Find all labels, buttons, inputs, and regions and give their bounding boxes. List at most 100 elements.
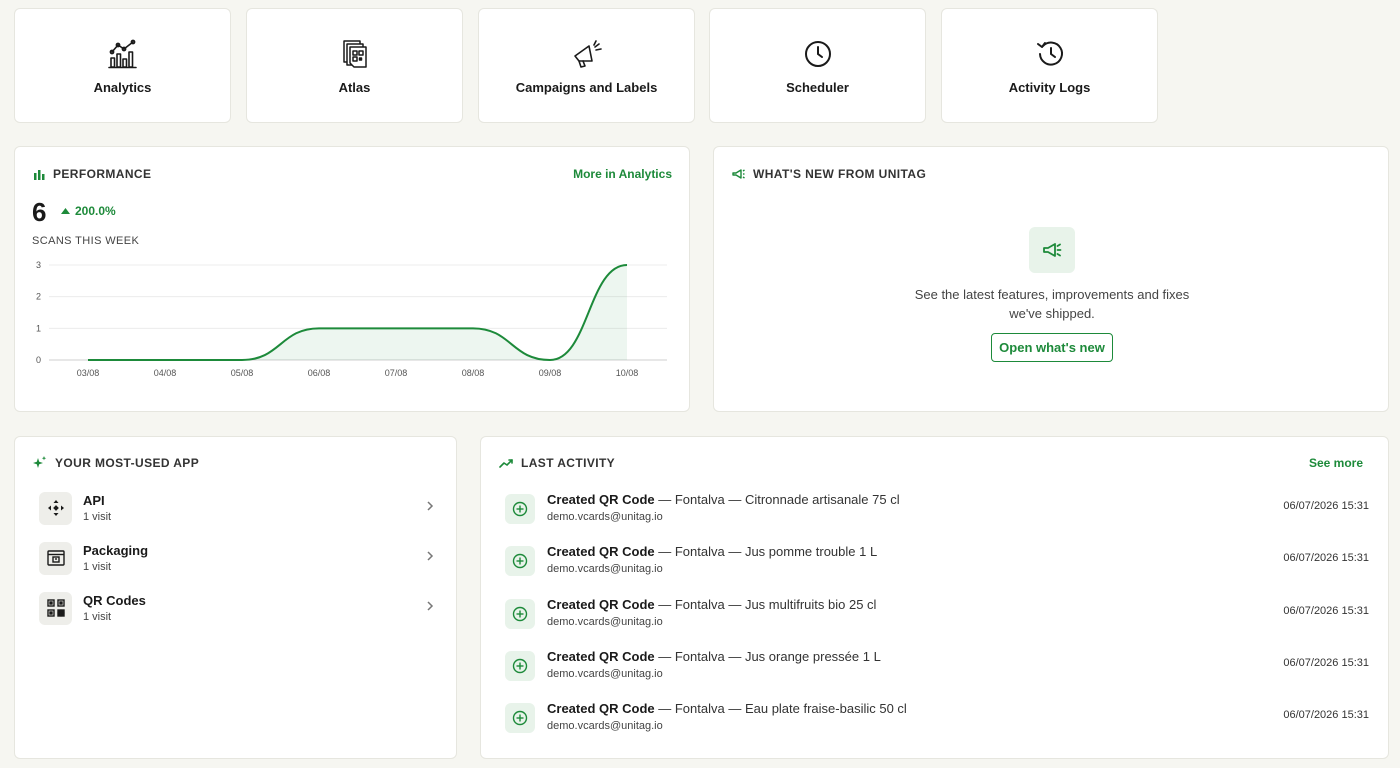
performance-title: PERFORMANCE: [33, 167, 151, 181]
activity-row[interactable]: Created QR Code — Fontalva — Jus pomme t…: [505, 544, 1369, 584]
last-activity-card: LAST ACTIVITY See more Created QR Code —…: [480, 436, 1389, 759]
scans-label: SCANS THIS WEEK: [32, 235, 140, 247]
activity-user-email: demo.vcards@unitag.io: [547, 668, 663, 680]
activity-detail: — Fontalva — Jus orange pressée 1 L: [654, 649, 881, 664]
app-tile-label: Campaigns and Labels: [515, 80, 658, 95]
clock-icon: [802, 38, 834, 70]
app-tile-scheduler[interactable]: Scheduler: [709, 8, 926, 123]
megaphone-icon: [1029, 227, 1075, 273]
analytics-icon: [107, 38, 139, 70]
chevron-right-icon: [427, 601, 434, 611]
plus-circle-icon: [505, 494, 535, 524]
app-tile-label: Atlas: [338, 80, 371, 95]
app-visits: 1 visit: [83, 511, 112, 523]
plus-circle-icon: [505, 546, 535, 576]
plus-circle-icon: [505, 599, 535, 629]
activity-user-email: demo.vcards@unitag.io: [547, 720, 663, 732]
sparkles-icon: [33, 456, 47, 468]
qr-code-icon: [39, 591, 72, 625]
activity-row[interactable]: Created QR Code — Fontalva — Jus orange …: [505, 649, 1369, 689]
activity-description: Created QR Code — Fontalva — Citronnade …: [547, 492, 900, 507]
chevron-right-icon: [427, 501, 434, 511]
app-visits: 1 visit: [83, 561, 112, 573]
most-used-app-card: YOUR MOST-USED APP API 1 visit Packaging…: [14, 436, 457, 759]
activity-action: Created QR Code: [547, 544, 655, 559]
activity-action: Created QR Code: [547, 597, 655, 612]
activity-user-email: demo.vcards@unitag.io: [547, 616, 663, 628]
activity-detail: — Fontalva — Jus pomme trouble 1 L: [654, 544, 878, 559]
activity-timestamp: 06/07/2026 15:31: [1283, 709, 1369, 721]
app-tile-campaigns[interactable]: Campaigns and Labels: [478, 8, 695, 123]
activity-action: Created QR Code: [547, 492, 655, 507]
app-tile-analytics[interactable]: Analytics: [14, 8, 231, 123]
last-activity-title: LAST ACTIVITY: [499, 456, 615, 470]
last-activity-title-text: LAST ACTIVITY: [521, 456, 616, 470]
performance-card: PERFORMANCE More in Analytics 6 200.0% S…: [14, 146, 690, 412]
y-tick-label: 1: [36, 323, 41, 333]
app-name: QR Codes: [83, 593, 146, 608]
plus-circle-icon: [505, 703, 535, 733]
activity-description: Created QR Code — Fontalva — Jus orange …: [547, 649, 881, 664]
x-tick-label: 09/08: [539, 368, 562, 378]
app-visits: 1 visit: [83, 611, 112, 623]
activity-row[interactable]: Created QR Code — Fontalva — Jus multifr…: [505, 597, 1369, 637]
trending-up-icon: [499, 459, 513, 468]
activity-detail: — Fontalva — Jus multifruits bio 25 cl: [654, 597, 877, 612]
activity-timestamp: 06/07/2026 15:31: [1283, 552, 1369, 564]
scans-delta-value: 200.0%: [75, 204, 116, 218]
x-tick-label: 03/08: [77, 368, 100, 378]
x-tick-label: 05/08: [231, 368, 254, 378]
app-name: API: [83, 493, 105, 508]
x-tick-label: 06/08: [308, 368, 331, 378]
y-tick-label: 2: [36, 292, 41, 302]
api-icon: [39, 491, 72, 525]
see-more-link[interactable]: See more: [1309, 456, 1363, 470]
app-tile-label: Analytics: [93, 80, 152, 95]
packaging-icon: [39, 541, 72, 575]
most-used-item-qr-codes[interactable]: QR Codes 1 visit: [39, 588, 434, 628]
whats-new-title: WHAT'S NEW FROM UNITAG: [732, 167, 926, 181]
activity-detail: — Fontalva — Citronnade artisanale 75 cl: [654, 492, 900, 507]
history-icon: [1034, 38, 1066, 70]
whats-new-description: See the latest features, improvements an…: [914, 287, 1190, 321]
y-tick-label: 3: [36, 260, 41, 270]
activity-timestamp: 06/07/2026 15:31: [1283, 500, 1369, 512]
x-tick-label: 07/08: [385, 368, 408, 378]
most-used-title: YOUR MOST-USED APP: [33, 456, 199, 470]
activity-row[interactable]: Created QR Code — Fontalva — Citronnade …: [505, 492, 1369, 532]
x-tick-label: 08/08: [462, 368, 485, 378]
more-in-analytics-link[interactable]: More in Analytics: [573, 167, 672, 181]
app-tile-activity-logs[interactable]: Activity Logs: [941, 8, 1158, 123]
x-tick-label: 04/08: [154, 368, 177, 378]
atlas-icon: [339, 38, 371, 70]
most-used-item-packaging[interactable]: Packaging 1 visit: [39, 538, 434, 578]
plus-circle-icon: [505, 651, 535, 681]
activity-description: Created QR Code — Fontalva — Eau plate f…: [547, 701, 907, 716]
series-area: [88, 265, 627, 360]
activity-user-email: demo.vcards@unitag.io: [547, 563, 663, 575]
megaphone-icon: [571, 38, 603, 70]
activity-row[interactable]: Created QR Code — Fontalva — Eau plate f…: [505, 701, 1369, 741]
bar-chart-icon: [34, 170, 45, 180]
activity-action: Created QR Code: [547, 649, 655, 664]
megaphone-icon: [732, 169, 745, 179]
most-used-item-api[interactable]: API 1 visit: [39, 488, 434, 528]
scans-count: 6: [32, 197, 47, 227]
activity-action: Created QR Code: [547, 701, 655, 716]
activity-description: Created QR Code — Fontalva — Jus pomme t…: [547, 544, 877, 559]
scans-delta: 200.0%: [61, 204, 116, 218]
whats-new-title-text: WHAT'S NEW FROM UNITAG: [753, 167, 927, 181]
app-tile-atlas[interactable]: Atlas: [246, 8, 463, 123]
most-used-title-text: YOUR MOST-USED APP: [55, 456, 200, 470]
app-tile-label: Scheduler: [786, 80, 849, 95]
app-name: Packaging: [83, 543, 149, 558]
activity-timestamp: 06/07/2026 15:31: [1283, 605, 1369, 617]
activity-description: Created QR Code — Fontalva — Jus multifr…: [547, 597, 876, 612]
performance-title-text: PERFORMANCE: [53, 167, 152, 181]
activity-user-email: demo.vcards@unitag.io: [547, 511, 663, 523]
activity-detail: — Fontalva — Eau plate fraise-basilic 50…: [654, 701, 907, 716]
open-whats-new-button[interactable]: Open what's new: [991, 333, 1113, 362]
app-tile-label: Activity Logs: [1008, 80, 1091, 95]
chevron-right-icon: [427, 551, 434, 561]
x-tick-label: 10/08: [616, 368, 639, 378]
